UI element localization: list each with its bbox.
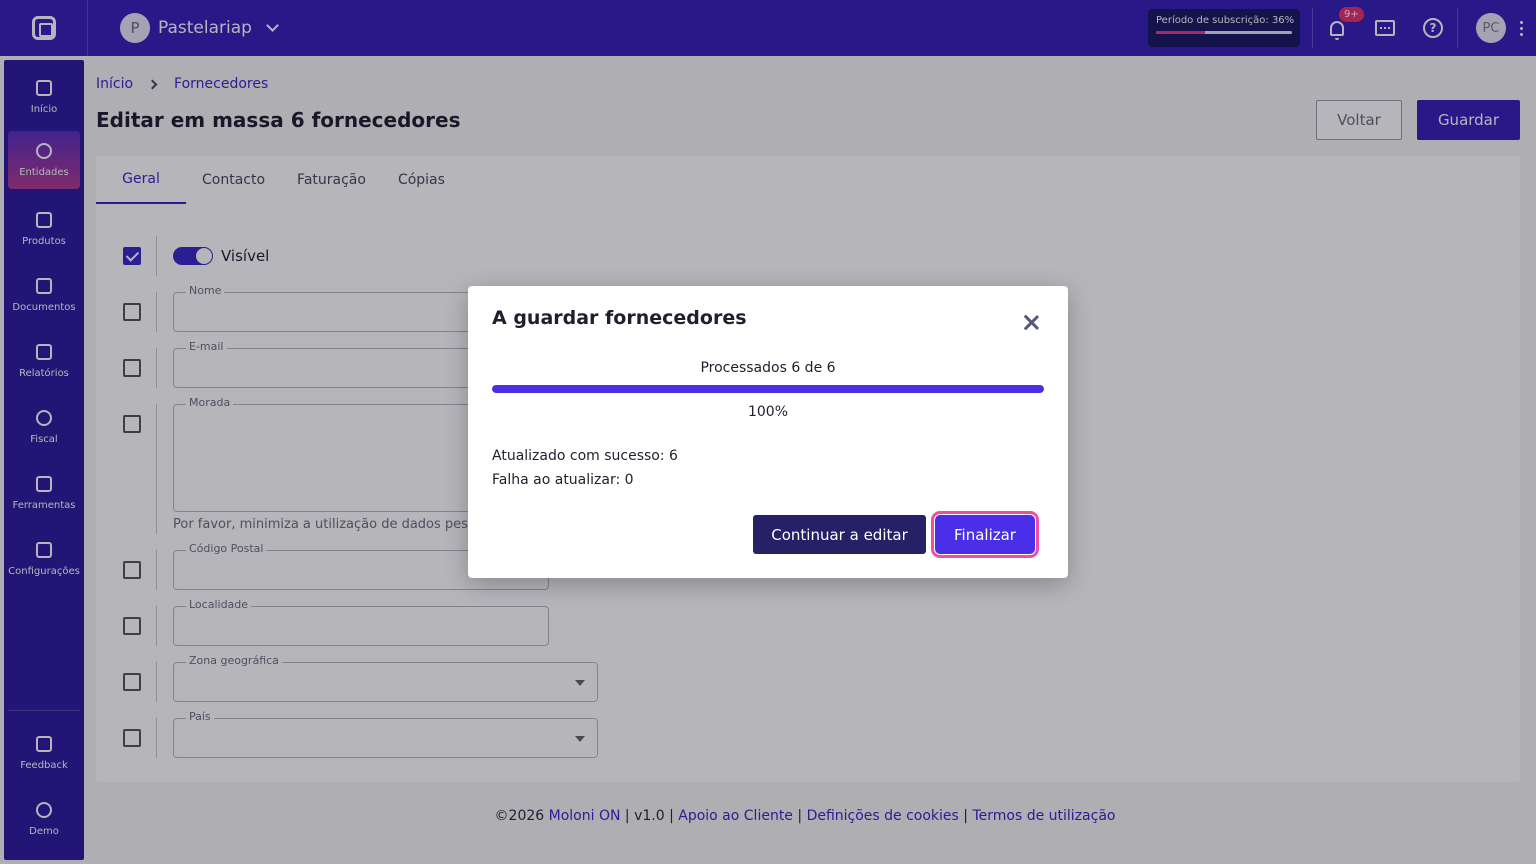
fail-count: Falha ao atualizar: 0 bbox=[492, 472, 634, 488]
progress-track bbox=[492, 385, 1044, 393]
progress-text: Processados 6 de 6 bbox=[700, 360, 836, 376]
progress-fill bbox=[492, 385, 1044, 393]
saving-dialog: A guardar fornecedores Processados 6 de … bbox=[468, 286, 1068, 578]
dialog-title: A guardar fornecedores bbox=[492, 307, 747, 329]
close-icon[interactable] bbox=[1020, 312, 1042, 334]
continue-editing-button[interactable]: Continuar a editar bbox=[753, 515, 926, 554]
progress-percent: 100% bbox=[747, 404, 789, 420]
success-count: Atualizado com sucesso: 6 bbox=[492, 448, 678, 464]
finish-button[interactable]: Finalizar bbox=[931, 511, 1039, 558]
